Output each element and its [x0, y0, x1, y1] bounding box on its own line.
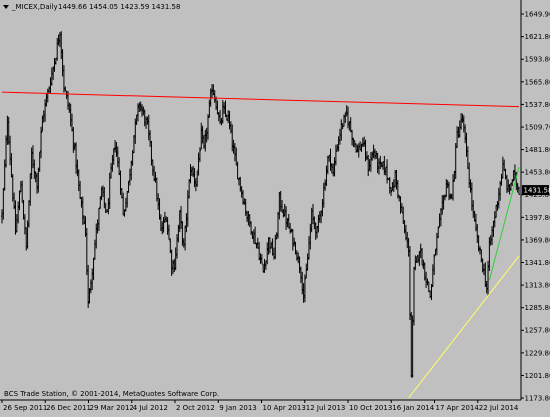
price-tag-text: 1431.58: [524, 187, 550, 195]
copyright-text: BCS Trade Station, © 2001-2014, MetaQuot…: [4, 390, 219, 398]
price-tick-label: 1369.80: [525, 236, 550, 244]
time-tick-label: 26 Dec 2011: [46, 404, 91, 412]
time-tick-label: 10 Apr 2013: [263, 404, 306, 412]
price-tick-label: 1257.80: [525, 327, 550, 335]
time-tick-label: 17 Apr 2014: [436, 404, 480, 412]
price-tick-label: 1285.80: [525, 304, 550, 312]
price-tick-label: 1313.80: [525, 282, 550, 290]
price-tick-label: 1565.80: [525, 78, 550, 86]
time-tick-label: 2 Oct 2012: [176, 404, 215, 412]
price-tick-label: 1397.80: [525, 214, 550, 222]
price-tick-label: 1341.80: [525, 259, 550, 267]
price-tick-label: 1537.80: [525, 101, 550, 109]
price-tick-label: 1509.70: [525, 124, 550, 132]
symbol-label: _MICEX,Daily: [11, 3, 58, 11]
time-tick-label: 9 Jan 2013: [219, 404, 257, 412]
time-tick-label: 26 Sep 2011: [3, 404, 47, 412]
price-tick-label: 1201.80: [525, 372, 550, 380]
current-price-tag: 1431.58: [522, 185, 550, 195]
price-chart[interactable]: 1649.90 1621.80 1593.80 1565.80 1537.80 1509.…: [0, 0, 550, 413]
plot-area[interactable]: [0, 0, 521, 400]
time-tick-label: 12 Jul 2013: [306, 404, 346, 412]
ohlc-values: 1449.66 1454.05 1423.59 1431.58: [58, 3, 180, 11]
chart-window[interactable]: 1649.90 1621.80 1593.80 1565.80 1537.80 1509.…: [0, 0, 550, 413]
price-tick-label: 1593.80: [525, 56, 550, 64]
time-tick-label: 16 Jan 2014: [392, 404, 435, 412]
price-tick-label: 1453.80: [525, 169, 550, 177]
time-tick-label: 22 Jul 2014: [479, 404, 519, 412]
price-tick-label: 1229.80: [525, 349, 550, 357]
time-tick-label: 10 Oct 2013: [349, 404, 392, 412]
price-tick-label: 1649.90: [525, 11, 550, 19]
price-tick-label: 1173.80: [525, 395, 550, 403]
time-tick-label: 29 Mar 2012: [90, 404, 134, 412]
time-tick-label: 4 Jul 2012: [133, 404, 168, 412]
price-tick-label: 1481.80: [525, 146, 550, 154]
price-tick-label: 1621.80: [525, 33, 550, 41]
